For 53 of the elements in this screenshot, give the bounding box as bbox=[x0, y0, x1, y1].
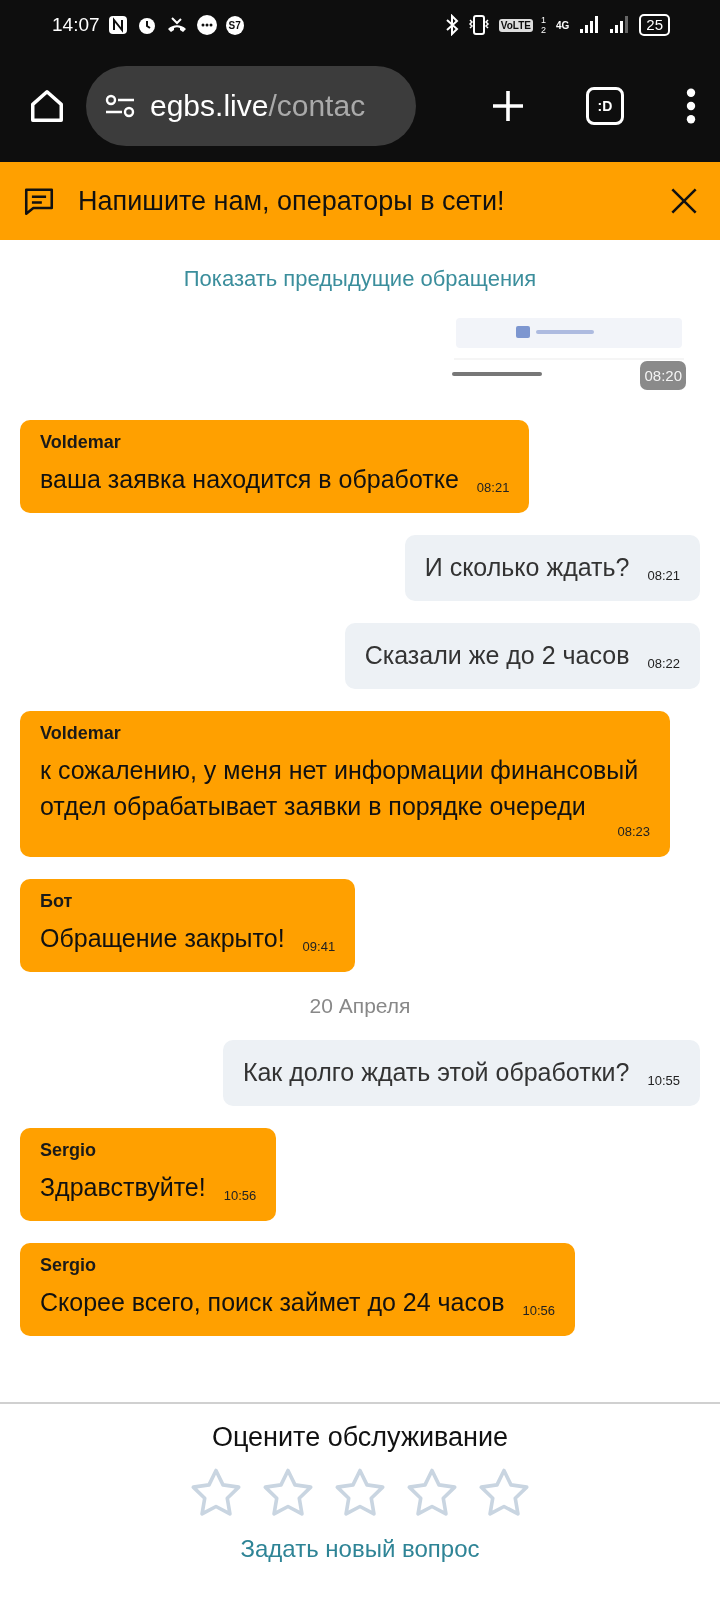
nfc-icon bbox=[107, 15, 128, 35]
star-icon[interactable] bbox=[477, 1467, 531, 1519]
new-tab-icon[interactable] bbox=[490, 88, 526, 124]
star-rating[interactable] bbox=[189, 1467, 531, 1519]
message-time: 08:21 bbox=[476, 480, 510, 497]
tab-switcher-button[interactable]: :D bbox=[586, 87, 624, 125]
message-time: 10:56 bbox=[223, 1188, 257, 1205]
sim-label: 1 bbox=[540, 15, 546, 25]
message-text: И сколько ждать? bbox=[424, 552, 630, 583]
site-settings-icon[interactable] bbox=[104, 93, 136, 119]
menu-icon[interactable] bbox=[684, 88, 698, 124]
clock: 14:07 bbox=[52, 14, 100, 36]
message-text: Сказали же до 2 часов bbox=[364, 640, 630, 671]
star-icon[interactable] bbox=[333, 1467, 387, 1519]
chat-icon bbox=[195, 14, 218, 36]
message-author: Бот bbox=[40, 891, 74, 912]
sim-label: 2 bbox=[540, 25, 546, 35]
message-time: 08:21 bbox=[647, 568, 680, 585]
message-text: Как долго ждать этой обработки? bbox=[242, 1057, 630, 1088]
message-time: 10:55 bbox=[647, 1073, 680, 1090]
message-time: 08:22 bbox=[647, 656, 680, 673]
message-author: Sergio bbox=[40, 1255, 97, 1276]
star-icon[interactable] bbox=[189, 1467, 243, 1519]
star-icon[interactable] bbox=[261, 1467, 315, 1519]
network-type: 4G bbox=[554, 18, 571, 32]
message-time: 08:20 bbox=[640, 361, 686, 390]
message-text: к сожалению, у меня нет информации финансовый отдел обрабатывает заявки в порядке очереди bbox=[40, 755, 640, 822]
message-author: Voldemar bbox=[40, 723, 122, 744]
home-icon[interactable] bbox=[28, 87, 66, 125]
url-host: egbs.live bbox=[150, 89, 269, 122]
url-path: /contac bbox=[268, 89, 366, 122]
volte-badge: VoLTE bbox=[498, 18, 533, 32]
new-question-link[interactable]: Задать новый вопрос bbox=[240, 1535, 480, 1563]
rating-title: Оцените обслуживание bbox=[211, 1422, 509, 1453]
banner-text: Напишите нам, операторы в сети! bbox=[78, 185, 505, 217]
message-time: 08:23 bbox=[617, 824, 650, 841]
message-time: 10:56 bbox=[522, 1303, 555, 1320]
close-icon[interactable] bbox=[670, 187, 698, 215]
address-bar[interactable]: egbs.live/contac bbox=[86, 66, 416, 146]
message-text: Обращение закрыто! bbox=[40, 923, 285, 954]
message-text: ваша заявка находится в обработке bbox=[40, 464, 459, 495]
bluetooth-icon bbox=[444, 14, 459, 36]
battery-level: 25 bbox=[639, 14, 670, 36]
date-separator: 20 Апреля bbox=[309, 994, 411, 1018]
message-time: 09:41 bbox=[302, 939, 336, 956]
star-icon[interactable] bbox=[405, 1467, 459, 1519]
message-author: Voldemar bbox=[40, 432, 122, 453]
vibrate-icon bbox=[466, 14, 491, 36]
message-author: Sergio bbox=[40, 1140, 97, 1161]
app-badge: S7 bbox=[225, 15, 244, 35]
message-text: Здравствуйте! bbox=[40, 1172, 206, 1203]
previous-requests-link[interactable]: Показать предыдущие обращения bbox=[183, 266, 537, 292]
message-text: Скорее всего, поиск займет до 24 часов bbox=[40, 1287, 505, 1318]
